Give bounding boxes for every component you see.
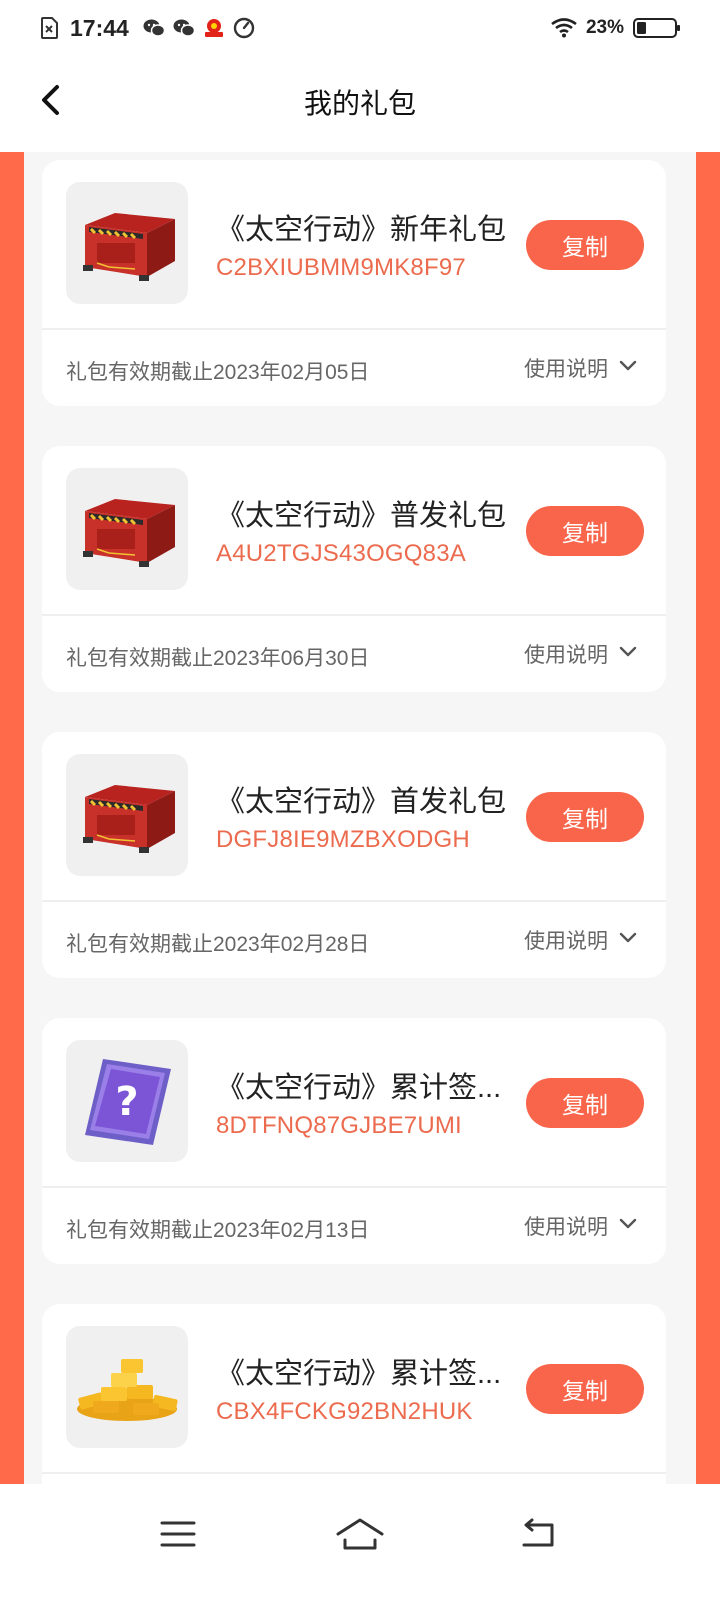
gift-code: 8DTFNQ87GJBE7UMI (216, 1112, 462, 1139)
status-left: 17:44 (38, 12, 255, 44)
gold-pile-image (66, 1326, 188, 1448)
usage-toggle[interactable]: 使用说明 (524, 348, 638, 388)
mystery-card-image: ? (66, 1040, 188, 1162)
copy-button[interactable]: 复制 (526, 220, 644, 270)
gift-title: 《太空行动》累计签... (216, 1072, 502, 1104)
gift-title: 《太空行动》新年礼包 (216, 214, 507, 246)
gift-title: 《太空行动》普发礼包 (216, 500, 507, 532)
back-icon (518, 1517, 558, 1556)
gift-code: C2BXIUBMM9MK8F97 (216, 254, 466, 281)
gift-card-header: 《太空行动》首发礼包 DGFJ8IE9MZBXODGH 复制 (42, 732, 666, 900)
gift-card: ? 《太空行动》累计签... 8DTFNQ87GJBE7UMI 复制 礼包有效期… (42, 1018, 666, 1264)
gift-list: 《太空行动》新年礼包 C2BXIUBMM9MK8F97 复制 礼包有效期截止20… (24, 152, 696, 1514)
gift-title: 《太空行动》首发礼包 (216, 786, 507, 818)
copy-button[interactable]: 复制 (526, 1078, 644, 1128)
gift-list-area[interactable]: 《太空行动》新年礼包 C2BXIUBMM9MK8F97 复制 礼包有效期截止20… (0, 152, 720, 1514)
red-crate-image (66, 182, 188, 304)
divider (42, 1472, 666, 1474)
menu-button[interactable] (146, 1510, 210, 1562)
chevron-down-icon (618, 931, 638, 950)
gift-code: CBX4FCKG92BN2HUK (216, 1398, 473, 1425)
usage-label: 使用说明 (524, 930, 608, 953)
red-crate-image (66, 468, 188, 590)
gift-code: DGFJ8IE9MZBXODGH (216, 826, 470, 853)
sim-error-icon (38, 17, 60, 39)
wechat-icon (143, 17, 165, 39)
gift-card-header: 《太空行动》普发礼包 A4U2TGJS43OGQ83A 复制 (42, 446, 666, 614)
wifi-icon (550, 17, 578, 39)
battery-percent: 23% (585, 17, 624, 38)
status-right: 23% (550, 12, 682, 44)
title-bar: 我的礼包 (0, 56, 720, 152)
gift-card: 《太空行动》累计签... CBX4FCKG92BN2HUK 复制 (42, 1304, 666, 1514)
chevron-down-icon (618, 645, 638, 664)
speed-icon (233, 17, 255, 39)
menu-icon (160, 1519, 196, 1554)
usage-label: 使用说明 (524, 1216, 608, 1239)
copy-button[interactable]: 复制 (526, 792, 644, 842)
home-button[interactable] (328, 1510, 392, 1562)
gift-card-footer: 礼包有效期截止2023年02月28日 使用说明 (42, 902, 666, 978)
usage-label: 使用说明 (524, 644, 608, 667)
expiry-text: 礼包有效期截止2023年06月30日 (66, 647, 370, 670)
copy-button[interactable]: 复制 (526, 1364, 644, 1414)
usage-toggle[interactable]: 使用说明 (524, 1206, 638, 1246)
svg-text:?: ? (115, 1079, 138, 1125)
chevron-down-icon (618, 359, 638, 378)
gift-card: 《太空行动》新年礼包 C2BXIUBMM9MK8F97 复制 礼包有效期截止20… (42, 160, 666, 406)
battery-icon (632, 17, 682, 39)
gift-card-header: ? 《太空行动》累计签... 8DTFNQ87GJBE7UMI 复制 (42, 1018, 666, 1186)
gift-card: 《太空行动》首发礼包 DGFJ8IE9MZBXODGH 复制 礼包有效期截止20… (42, 732, 666, 978)
app-notification-icon (203, 17, 225, 39)
red-crate-image (66, 754, 188, 876)
gift-code: A4U2TGJS43OGQ83A (216, 540, 466, 567)
gift-card-footer: 礼包有效期截止2023年02月05日 使用说明 (42, 330, 666, 406)
gift-card-footer: 礼包有效期截止2023年06月30日 使用说明 (42, 616, 666, 692)
usage-toggle[interactable]: 使用说明 (524, 920, 638, 960)
gift-title: 《太空行动》累计签... (216, 1358, 502, 1390)
expiry-text: 礼包有效期截止2023年02月13日 (66, 1219, 370, 1242)
gift-card: 《太空行动》普发礼包 A4U2TGJS43OGQ83A 复制 礼包有效期截止20… (42, 446, 666, 692)
chevron-down-icon (618, 1217, 638, 1236)
expiry-text: 礼包有效期截止2023年02月28日 (66, 933, 370, 956)
expiry-text: 礼包有效期截止2023年02月05日 (66, 361, 370, 384)
gift-card-header: 《太空行动》累计签... CBX4FCKG92BN2HUK 复制 (42, 1304, 666, 1472)
home-icon (335, 1516, 385, 1557)
system-nav-bar (0, 1484, 720, 1600)
copy-button[interactable]: 复制 (526, 506, 644, 556)
system-back-button[interactable] (506, 1510, 570, 1562)
usage-toggle[interactable]: 使用说明 (524, 634, 638, 674)
gift-card-footer: 礼包有效期截止2023年02月13日 使用说明 (42, 1188, 666, 1264)
status-time: 17:44 (70, 14, 129, 41)
status-bar: 17:44 23% (0, 0, 720, 56)
gift-card-header: 《太空行动》新年礼包 C2BXIUBMM9MK8F97 复制 (42, 160, 666, 328)
page-title: 我的礼包 (303, 88, 416, 119)
wechat-icon (173, 17, 195, 39)
usage-label: 使用说明 (524, 358, 608, 381)
